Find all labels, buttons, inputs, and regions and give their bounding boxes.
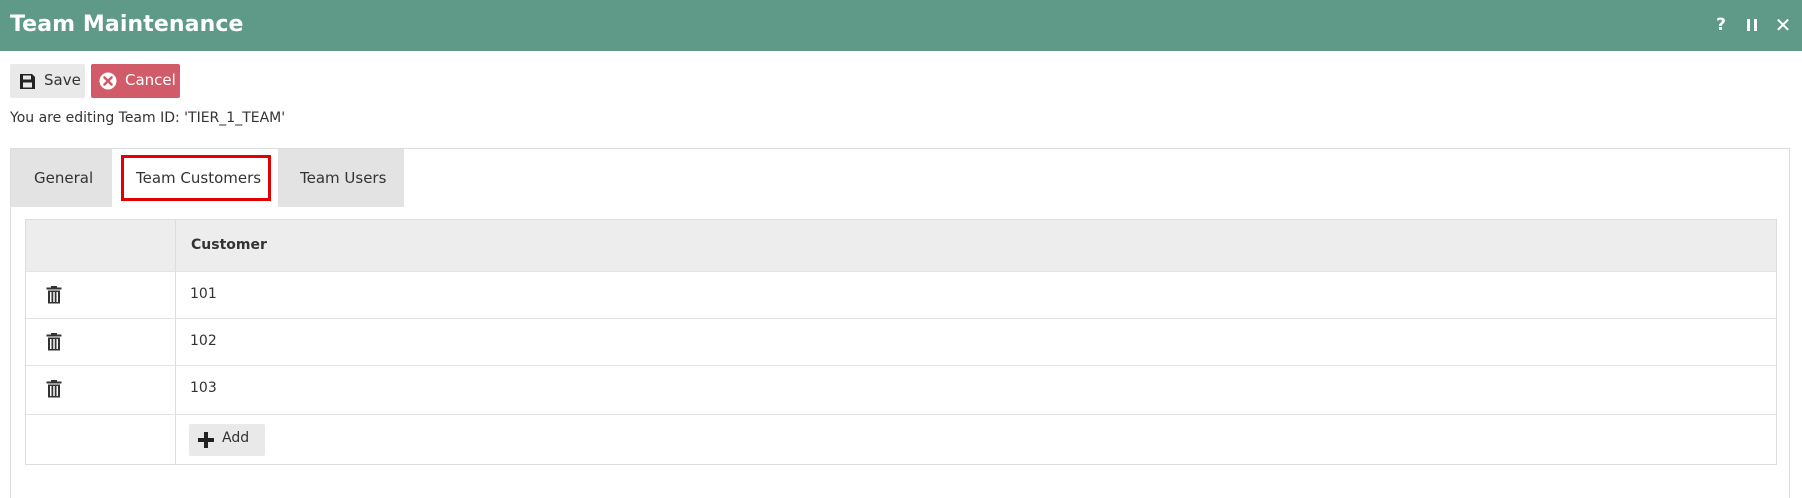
plus-icon <box>198 432 214 448</box>
window-titlebar: Team Maintenance ? ✕ <box>0 0 1802 51</box>
pause-icon <box>1747 19 1757 31</box>
floppy-disk-icon <box>20 74 35 89</box>
help-button[interactable]: ? <box>1710 13 1732 37</box>
add-customer-button[interactable]: Add <box>189 424 265 456</box>
table-row: 101 <box>26 271 1776 318</box>
customer-cell: 103 <box>190 380 217 396</box>
pause-button[interactable] <box>1741 13 1763 37</box>
close-button[interactable]: ✕ <box>1772 13 1794 37</box>
grid-header-row: Customer <box>26 220 1776 271</box>
save-button[interactable]: Save <box>10 64 85 98</box>
close-icon: ✕ <box>1774 13 1792 37</box>
customer-cell: 102 <box>190 333 217 349</box>
tab-team-customers[interactable]: Team Customers <box>113 149 277 207</box>
window-title: Team Maintenance <box>10 12 244 37</box>
tab-panel: General Team Customers Team Users Custom… <box>10 148 1790 498</box>
trash-icon[interactable] <box>46 380 62 398</box>
tab-team-users-label: Team Users <box>300 169 387 187</box>
customer-column-header: Customer <box>191 237 267 253</box>
save-button-label: Save <box>44 71 81 89</box>
customers-grid: Customer 101 102 103 Add <box>25 219 1777 465</box>
cancel-button-label: Cancel <box>125 71 176 89</box>
table-row: 102 <box>26 318 1776 365</box>
cancel-button[interactable]: Cancel <box>91 64 180 98</box>
trash-icon[interactable] <box>46 333 62 351</box>
editing-info-text: You are editing Team ID: 'TIER_1_TEAM' <box>10 110 286 126</box>
grid-add-row: Add <box>26 414 1776 464</box>
help-icon: ? <box>1716 15 1726 35</box>
trash-icon[interactable] <box>46 286 62 304</box>
tab-team-users[interactable]: Team Users <box>278 149 404 207</box>
tab-general-label: General <box>34 169 94 187</box>
tab-strip: General Team Customers Team Users <box>11 149 1791 207</box>
add-button-label: Add <box>222 430 250 446</box>
tab-general[interactable]: General <box>11 149 112 207</box>
close-circle-icon <box>99 72 117 90</box>
table-row: 103 <box>26 365 1776 412</box>
customer-cell: 101 <box>190 286 217 302</box>
tab-team-customers-label: Team Customers <box>136 169 262 187</box>
